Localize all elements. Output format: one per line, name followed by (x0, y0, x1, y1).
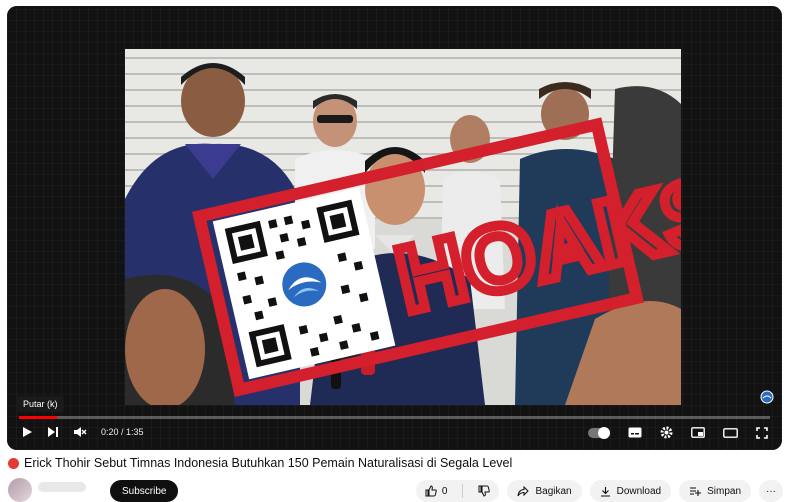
next-icon[interactable] (47, 426, 59, 438)
divider (462, 484, 464, 498)
avatar[interactable] (8, 478, 32, 502)
theater-icon[interactable] (723, 427, 738, 438)
share-label: Bagikan (535, 485, 572, 497)
like-count: 0 (441, 485, 448, 497)
action-bar: 0 Bagikan Download Simpan ··· (415, 480, 783, 502)
download-button[interactable]: Download (589, 480, 672, 502)
time-display: 0:20 / 1:35 (101, 427, 144, 437)
progress-bar[interactable] (19, 416, 770, 419)
scene-illustration: HOAKS (125, 63, 681, 405)
like-button[interactable]: 0 (416, 480, 457, 502)
thumbs-up-icon (425, 485, 437, 497)
autoplay-toggle[interactable] (588, 426, 610, 439)
mute-icon[interactable] (73, 426, 87, 438)
subscribe-button[interactable]: Subscribe (110, 480, 179, 502)
video-player[interactable]: HOAKS Putar (k) 0:20 / 1:35 (7, 6, 782, 450)
save-label: Simpan (707, 485, 741, 497)
subtitles-icon[interactable] (628, 427, 642, 438)
play-icon[interactable] (21, 426, 33, 438)
download-icon (600, 486, 610, 497)
download-label: Download (616, 485, 662, 497)
right-controls (588, 426, 768, 439)
dislike-button[interactable] (469, 480, 499, 502)
add-to-playlist-icon (690, 487, 702, 496)
save-button[interactable]: Simpan (679, 480, 751, 502)
video-title: Erick Thohir Sebut Timnas Indonesia Butu… (24, 456, 513, 470)
play-tooltip: Putar (k) (17, 396, 64, 412)
share-icon (517, 485, 530, 496)
gear-icon[interactable] (660, 426, 673, 439)
title-row: Erick Thohir Sebut Timnas Indonesia Butu… (8, 456, 512, 470)
video-frame[interactable]: HOAKS (125, 49, 681, 405)
thumbs-down-icon (478, 485, 491, 497)
red-circle-icon (8, 457, 19, 469)
channel-name-blurred[interactable] (38, 482, 86, 492)
fullscreen-icon[interactable] (756, 426, 768, 439)
more-button[interactable]: ··· (759, 480, 783, 502)
more-icon: ··· (766, 485, 776, 497)
left-controls: 0:20 / 1:35 (21, 426, 144, 438)
channel-watermark-icon[interactable] (760, 390, 774, 404)
miniplayer-icon[interactable] (691, 427, 705, 438)
like-dislike-group: 0 (415, 480, 500, 502)
progress-fill (19, 416, 57, 419)
share-button[interactable]: Bagikan (507, 480, 582, 502)
